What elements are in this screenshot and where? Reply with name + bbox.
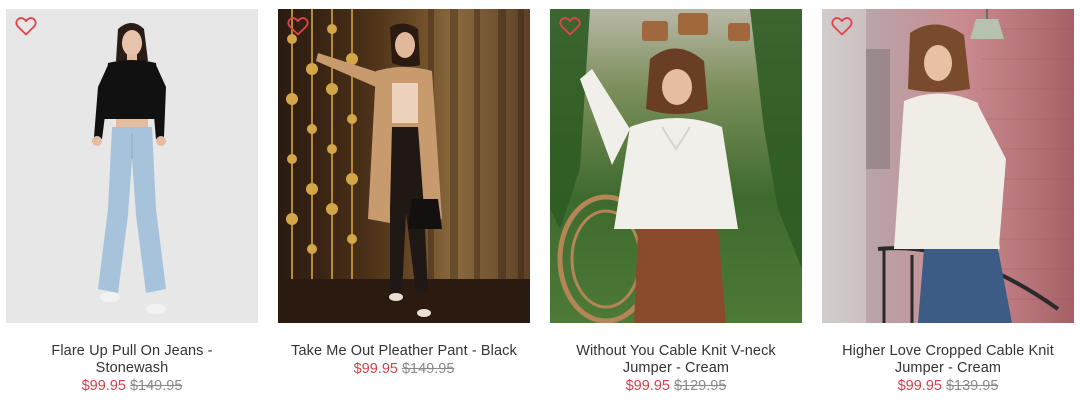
model-photo	[550, 9, 802, 323]
product-title[interactable]: Take Me Out Pleather Pant - Black	[278, 343, 530, 360]
product-card: Flare Up Pull On Jeans - Stonewash $99.9…	[6, 9, 258, 395]
price-row: $99.95 $149.95	[278, 361, 530, 378]
product-grid: Flare Up Pull On Jeans - Stonewash $99.9…	[0, 0, 1080, 408]
wishlist-heart-icon[interactable]	[830, 14, 854, 38]
compare-price: $149.95	[401, 361, 455, 377]
product-title-line2[interactable]: Jumper - Cream	[822, 360, 1074, 377]
model-photo	[92, 23, 166, 314]
product-title[interactable]: Flare Up Pull On Jeans -	[6, 343, 258, 360]
product-title-line2[interactable]: Stonewash	[6, 360, 258, 377]
sale-price: $99.95	[353, 361, 398, 377]
wishlist-heart-icon[interactable]	[14, 14, 38, 38]
product-card: Higher Love Cropped Cable Knit Jumper - …	[822, 9, 1074, 395]
wishlist-heart-icon[interactable]	[286, 14, 310, 38]
product-title-line2[interactable]: Jumper - Cream	[550, 360, 802, 377]
product-title[interactable]: Without You Cable Knit V-neck	[550, 343, 802, 360]
product-info: Higher Love Cropped Cable Knit Jumper - …	[822, 323, 1074, 395]
price-row: $99.95 $149.95	[6, 378, 258, 395]
product-info: Flare Up Pull On Jeans - Stonewash $99.9…	[6, 323, 258, 395]
price-row: $99.95 $139.95	[822, 378, 1074, 395]
product-card: Without You Cable Knit V-neck Jumper - C…	[550, 9, 802, 395]
wishlist-heart-icon[interactable]	[558, 14, 582, 38]
sale-price: $99.95	[625, 378, 670, 394]
product-image[interactable]	[6, 9, 258, 323]
sale-price: $99.95	[81, 378, 126, 394]
compare-price: $139.95	[945, 378, 999, 394]
compare-price: $129.95	[673, 378, 727, 394]
model-photo	[822, 9, 1074, 323]
compare-price: $149.95	[129, 378, 183, 394]
product-info: Without You Cable Knit V-neck Jumper - C…	[550, 323, 802, 395]
model-photo	[278, 9, 530, 323]
product-image[interactable]	[278, 9, 530, 323]
sale-price: $99.95	[897, 378, 942, 394]
price-row: $99.95 $129.95	[550, 378, 802, 395]
product-title[interactable]: Higher Love Cropped Cable Knit	[822, 343, 1074, 360]
product-card: Take Me Out Pleather Pant - Black $99.95…	[278, 9, 530, 378]
product-image[interactable]	[550, 9, 802, 323]
product-image[interactable]	[822, 9, 1074, 323]
product-info: Take Me Out Pleather Pant - Black $99.95…	[278, 323, 530, 378]
